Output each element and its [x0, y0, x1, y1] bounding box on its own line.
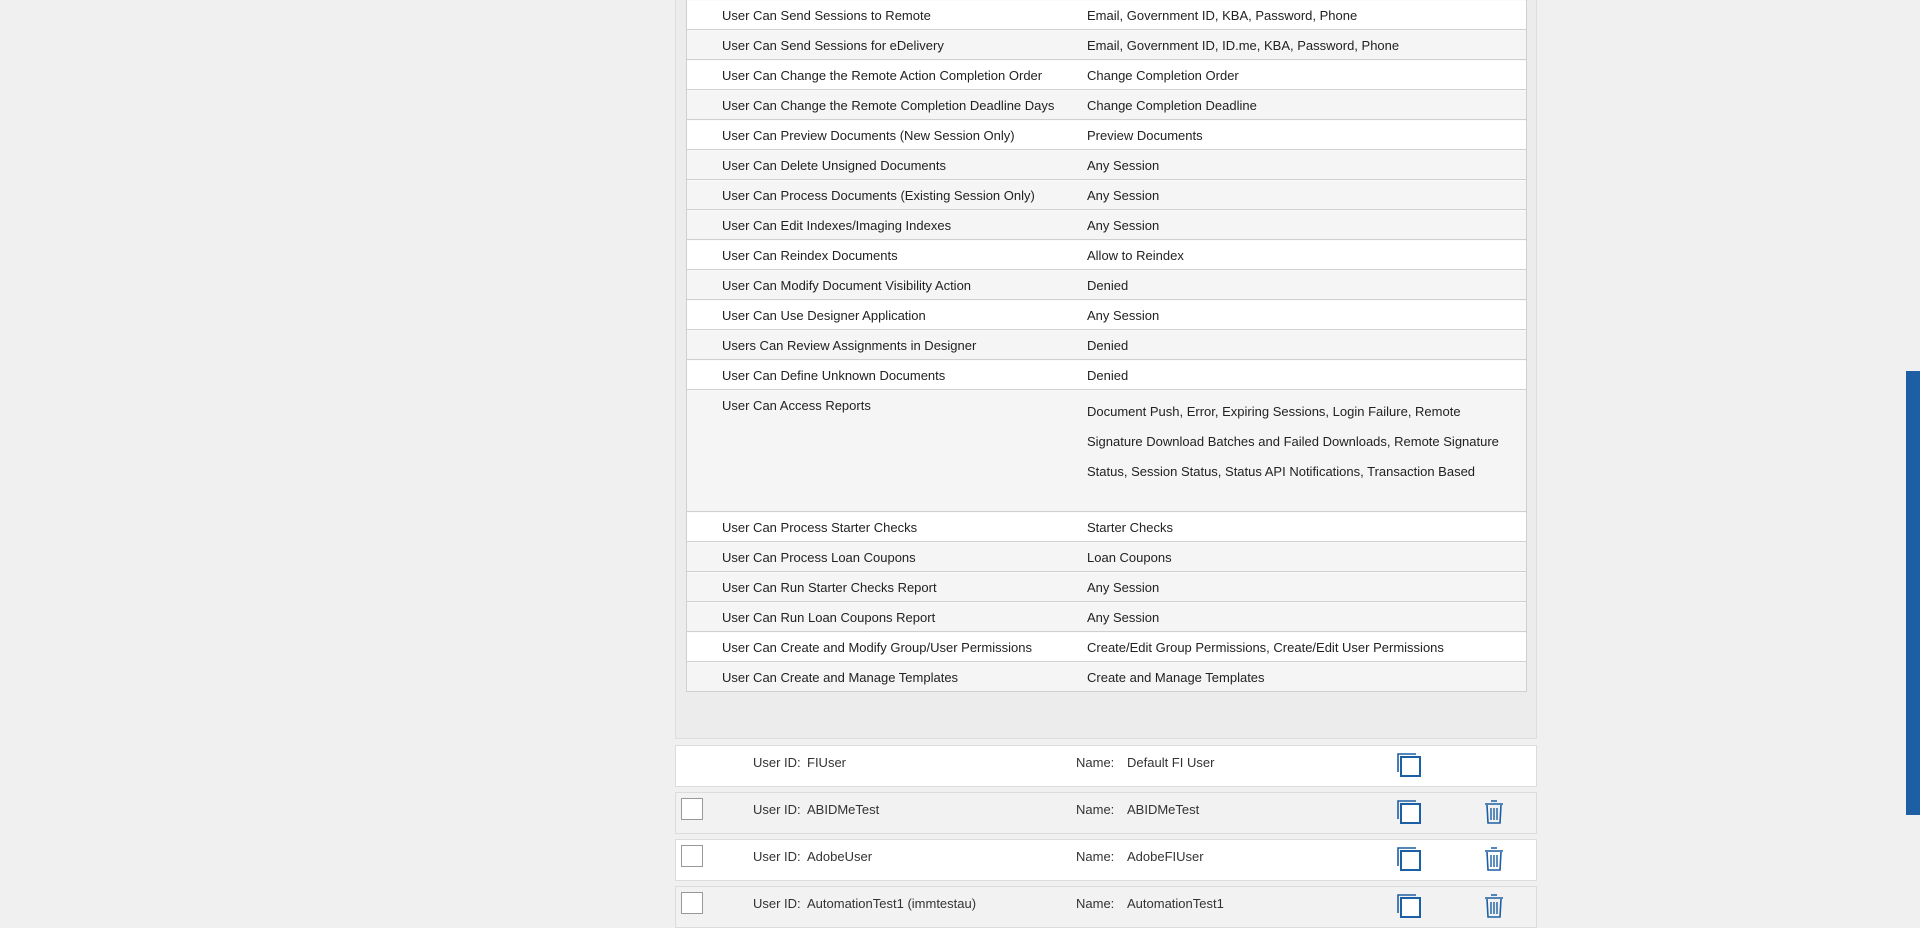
permission-value: Any Session — [1087, 308, 1160, 323]
permission-value: Preview Documents — [1087, 128, 1203, 143]
user-id-value: FIUser — [807, 755, 846, 770]
permission-row: User Can Modify Document Visibility Acti… — [687, 270, 1526, 300]
name-label: Name: — [1076, 802, 1115, 817]
permission-row: User Can Edit Indexes/Imaging Indexes An… — [687, 210, 1526, 240]
permission-name: User Can Reindex Documents — [722, 248, 898, 263]
permission-name: User Can Change the Remote Completion De… — [722, 98, 1055, 113]
user-select-checkbox[interactable] — [681, 798, 703, 820]
copy-icon[interactable] — [1396, 752, 1422, 778]
permission-row: User Can Change the Remote Completion De… — [687, 90, 1526, 120]
permission-value: Any Session — [1087, 218, 1160, 233]
permission-value: Allow to Reindex — [1087, 248, 1184, 263]
name-label: Name: — [1076, 849, 1115, 864]
permission-row: User Can Use Designer Application Any Se… — [687, 300, 1526, 330]
user-id-value: ABIDMeTest — [807, 802, 880, 817]
user-row[interactable]: User ID: AdobeUser Name: AdobeFIUser — [675, 839, 1537, 881]
name-value: ABIDMeTest — [1127, 802, 1200, 817]
permission-name: User Can Access Reports — [722, 398, 871, 413]
name-value: AdobeFIUser — [1127, 849, 1204, 864]
permission-row: User Can Reindex Documents Allow to Rein… — [687, 240, 1526, 270]
copy-icon[interactable] — [1396, 893, 1422, 919]
user-row[interactable]: User ID: ABIDMeTest Name: ABIDMeTest — [675, 792, 1537, 834]
permission-value: Any Session — [1087, 580, 1160, 595]
user-id-label: User ID: — [753, 896, 801, 911]
permission-value: Email, Government ID, KBA, Password, Pho… — [1087, 8, 1358, 23]
name-label: Name: — [1076, 755, 1115, 770]
trash-icon[interactable] — [1483, 799, 1505, 825]
permission-value: Document Push, Error, Expiring Sessions,… — [1087, 404, 1499, 479]
user-id-value: AdobeUser — [807, 849, 873, 864]
permission-name: User Can Use Designer Application — [722, 308, 926, 323]
permission-name: User Can Create and Manage Templates — [722, 670, 959, 685]
user-id-label: User ID: — [753, 755, 801, 770]
user-id-label: User ID: — [753, 849, 801, 864]
permission-name: User Can Define Unknown Documents — [722, 368, 946, 383]
permission-name: User Can Send Sessions to Remote — [722, 8, 931, 23]
permission-name: User Can Create and Modify Group/User Pe… — [722, 640, 1032, 655]
permission-row: User Can Run Starter Checks Report Any S… — [687, 572, 1526, 602]
permission-row: User Can Access Reports Document Push, E… — [687, 390, 1526, 512]
permission-row: Users Can Review Assignments in Designer… — [687, 330, 1526, 360]
permission-value: Denied — [1087, 368, 1129, 383]
permission-name: User Can Change the Remote Action Comple… — [722, 68, 1043, 83]
trash-icon[interactable] — [1483, 846, 1505, 872]
permission-row: User Can Define Unknown Documents Denied — [687, 360, 1526, 390]
permission-value: Email, Government ID, ID.me, KBA, Passwo… — [1087, 38, 1400, 53]
permission-name: User Can Edit Indexes/Imaging Indexes — [722, 218, 952, 233]
user-id-value: AutomationTest1 (immtestau) — [807, 896, 977, 911]
user-select-checkbox[interactable] — [681, 845, 703, 867]
permission-value: Any Session — [1087, 158, 1160, 173]
permission-name: Users Can Review Assignments in Designer — [722, 338, 977, 353]
permission-row: User Can Send Sessions for eDelivery Ema… — [687, 30, 1526, 60]
permission-row: User Can Create and Modify Group/User Pe… — [687, 632, 1526, 662]
permission-name: User Can Process Starter Checks — [722, 520, 918, 535]
permission-name: User Can Run Loan Coupons Report — [722, 610, 936, 625]
permission-value: Create/Edit Group Permissions, Create/Ed… — [1087, 640, 1444, 655]
permission-row: User Can Change the Remote Action Comple… — [687, 60, 1526, 90]
user-row[interactable]: User ID: FIUser Name: Default FI User — [675, 745, 1537, 787]
permission-value: Change Completion Order — [1087, 68, 1239, 83]
permission-name: User Can Run Starter Checks Report — [722, 580, 937, 595]
name-value: AutomationTest1 — [1127, 896, 1224, 911]
permission-row: User Can Run Loan Coupons Report Any Ses… — [687, 602, 1526, 632]
permission-row: User Can Send Sessions to Remote Email, … — [687, 0, 1526, 30]
permission-row: User Can Process Loan Coupons Loan Coupo… — [687, 542, 1526, 572]
permission-name: User Can Process Documents (Existing Ses… — [722, 188, 1035, 203]
permission-name: User Can Modify Document Visibility Acti… — [722, 278, 972, 293]
permissions-table: User Can Send Sessions to Remote Email, … — [686, 0, 1527, 692]
permission-row: User Can Create and Manage Templates Cre… — [687, 662, 1526, 692]
copy-icon[interactable] — [1396, 799, 1422, 825]
permission-row: User Can Process Starter Checks Starter … — [687, 512, 1526, 542]
user-row[interactable]: User ID: AutomationTest1 (immtestau) Nam… — [675, 886, 1537, 928]
permission-name: User Can Send Sessions for eDelivery — [722, 38, 944, 53]
permission-row: User Can Process Documents (Existing Ses… — [687, 180, 1526, 210]
permission-value: Denied — [1087, 278, 1129, 293]
permission-name: User Can Preview Documents (New Session … — [722, 128, 1015, 143]
permission-value: Any Session — [1087, 188, 1160, 203]
permission-value: Any Session — [1087, 610, 1160, 625]
scrollbar-thumb[interactable] — [1906, 371, 1920, 815]
permission-value: Starter Checks — [1087, 520, 1173, 535]
user-select-checkbox[interactable] — [681, 892, 703, 914]
permission-name: User Can Process Loan Coupons — [722, 550, 916, 565]
permission-row: User Can Preview Documents (New Session … — [687, 120, 1526, 150]
permission-name: User Can Delete Unsigned Documents — [722, 158, 946, 173]
permission-row: User Can Delete Unsigned Documents Any S… — [687, 150, 1526, 180]
name-value: Default FI User — [1127, 755, 1215, 770]
copy-icon[interactable] — [1396, 846, 1422, 872]
permission-value: Denied — [1087, 338, 1129, 353]
name-label: Name: — [1076, 896, 1115, 911]
permission-value: Create and Manage Templates — [1087, 670, 1265, 685]
trash-icon[interactable] — [1483, 893, 1505, 919]
permission-value: Change Completion Deadline — [1087, 98, 1257, 113]
user-id-label: User ID: — [753, 802, 801, 817]
permission-value: Loan Coupons — [1087, 550, 1172, 565]
